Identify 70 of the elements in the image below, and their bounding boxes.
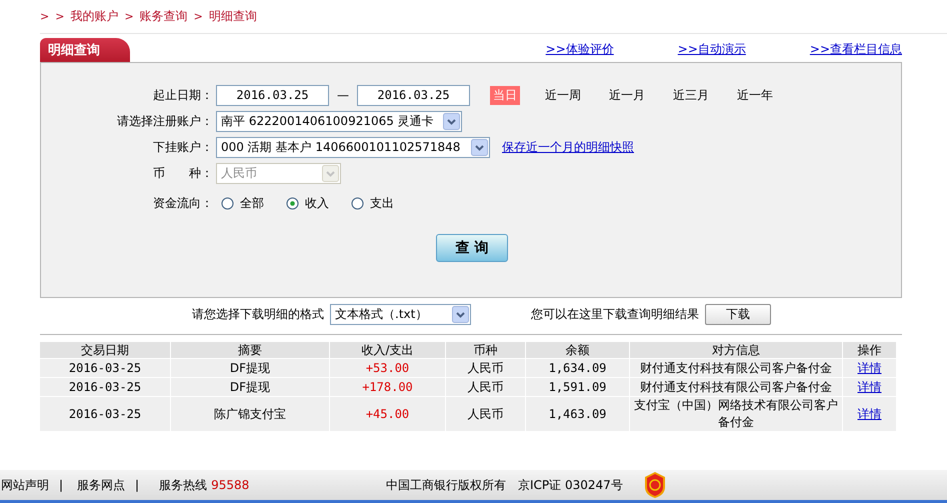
format-label: 请您选择下载明细的格式 — [192, 306, 324, 322]
field-label: 下挂账户： — [152, 138, 214, 156]
radio-label: 收入 — [305, 194, 329, 212]
field-label: 币 种： — [152, 164, 214, 182]
column-header: 收入/支出 — [330, 342, 446, 358]
table-cell: 2016-03-25 — [40, 377, 171, 396]
table-cell: 2016-03-25 — [40, 358, 171, 377]
column-header: 操作 — [843, 342, 897, 358]
table-cell: 陈广锦支付宝 — [171, 396, 330, 431]
end-date-field[interactable]: 2016.03.25 — [357, 84, 470, 106]
format-select[interactable]: 文本格式（.txt） — [330, 304, 471, 324]
breadcrumb-link[interactable]: 账务查询 — [140, 8, 188, 25]
column-header: 交易日期 — [40, 342, 171, 358]
radio-label: 全部 — [240, 194, 264, 212]
top-link[interactable]: >>自动演示 — [678, 41, 746, 58]
hotline-number: 95588 — [211, 478, 250, 492]
table-cell: +45.00 — [330, 396, 446, 431]
radio-label: 支出 — [370, 194, 394, 212]
breadcrumb-separator: > — [124, 10, 134, 23]
table-cell: DF提现 — [171, 377, 330, 396]
copyright-text: 中国工商银行版权所有 — [386, 476, 506, 494]
footer-label: 服务热线 — [159, 476, 208, 494]
account-select[interactable]: 南平 6222001406100921065 灵通卡 — [216, 110, 462, 132]
breadcrumb-separator: > — [40, 10, 50, 23]
breadcrumb-separator: > — [194, 10, 203, 23]
period-option[interactable]: 近一年 — [734, 86, 776, 104]
table-cell: +178.00 — [330, 377, 446, 396]
table-cell: 人民币 — [446, 396, 526, 431]
table-cell: +53.00 — [330, 358, 446, 377]
table-cell: 1,634.09 — [526, 358, 630, 377]
radio-button[interactable] — [221, 196, 234, 210]
top-link[interactable]: >>体验评价 — [546, 41, 614, 58]
download-hint: 您可以在这里下载查询明细结果 — [531, 306, 699, 322]
table-cell: 财付通支付科技有限公司客户备付金 — [630, 358, 843, 377]
radio-button[interactable] — [351, 196, 364, 210]
period-option[interactable]: 近一周 — [542, 86, 584, 104]
table-cell: 人民币 — [446, 377, 526, 396]
footer-separator: | — [59, 478, 64, 492]
download-button[interactable]: 下载 — [705, 304, 771, 324]
period-option[interactable]: 近一月 — [606, 86, 648, 104]
query-button[interactable]: 查 询 — [436, 234, 508, 262]
column-header: 币种 — [446, 342, 526, 358]
start-date-field[interactable]: 2016.03.25 — [216, 84, 329, 106]
field-label: 资金流向： — [152, 194, 214, 212]
table-cell: DF提现 — [171, 358, 330, 377]
snapshot-link[interactable]: 保存近一个月的明细快照 — [502, 138, 634, 156]
column-header: 对方信息 — [630, 342, 843, 358]
table-cell: 支付宝（中国）网络技术有限公司客户备付金 — [630, 396, 843, 431]
emblem-icon — [642, 471, 667, 499]
table-cell: 1,463.09 — [526, 396, 630, 431]
radio-button[interactable] — [286, 196, 299, 210]
icp-text: 京ICP证 030247号 — [518, 476, 623, 494]
column-header: 余额 — [526, 342, 630, 358]
breadcrumb-link[interactable]: 我的账户 — [70, 8, 118, 25]
table-cell: 财付通支付科技有限公司客户备付金 — [630, 377, 843, 396]
field-label: 起止日期： — [152, 86, 214, 104]
column-header: 摘要 — [171, 342, 330, 358]
top-link[interactable]: >>查看栏目信息 — [810, 41, 902, 58]
footer-link[interactable]: 网站声明 — [1, 476, 49, 494]
sub-account-select[interactable]: 000 活期 基本户 1406600101102571848 — [216, 136, 490, 158]
period-option[interactable]: 近三月 — [670, 86, 712, 104]
footer-link[interactable]: 服务网点 — [77, 476, 126, 494]
footer-separator: | — [135, 478, 140, 492]
table-cell: 人民币 — [446, 358, 526, 377]
table-cell: 1,591.09 — [526, 377, 630, 396]
range-dash: — — [337, 88, 349, 102]
field-label: 请选择注册账户： — [116, 112, 214, 130]
breadcrumb-link[interactable]: 明细查询 — [208, 8, 257, 25]
breadcrumb-separator: > — [55, 10, 64, 23]
table-cell: 2016-03-25 — [40, 396, 171, 431]
